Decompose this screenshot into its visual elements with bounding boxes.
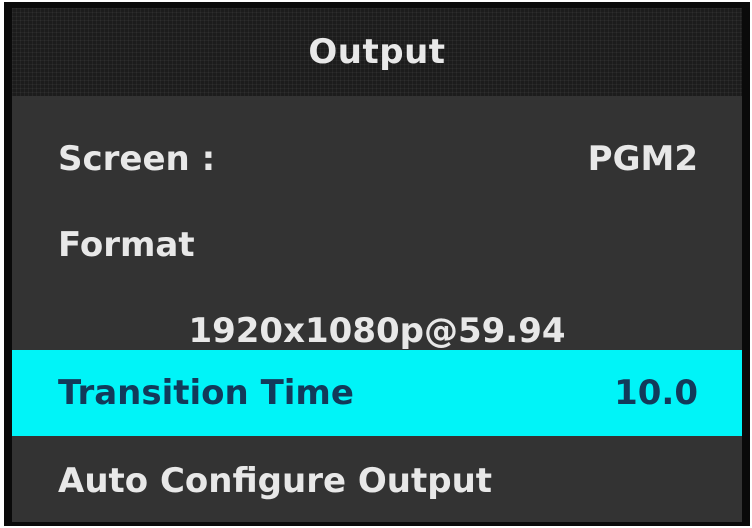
transition-time-label: Transition Time: [58, 373, 354, 413]
output-menu-panel: Output Screen : PGM2 Format 1920x1080p@5…: [4, 2, 750, 526]
menu-item-format[interactable]: Format: [12, 202, 742, 288]
screen-frame: Output Screen : PGM2 Format 1920x1080p@5…: [0, 0, 752, 528]
menu-header: Output: [12, 8, 742, 96]
menu-item-auto-configure-output[interactable]: Auto Configure Output: [12, 438, 742, 522]
auto-configure-output-label: Auto Configure Output: [58, 461, 493, 501]
page-title: Output: [308, 32, 446, 72]
screen-value: PGM2: [587, 139, 698, 179]
screen-label: Screen :: [58, 139, 216, 179]
menu-item-transition-time[interactable]: Transition Time 10.0: [12, 350, 742, 436]
format-label: Format: [58, 225, 195, 265]
format-value: 1920x1080p@59.94: [188, 311, 566, 351]
menu-item-screen[interactable]: Screen : PGM2: [12, 116, 742, 202]
transition-time-value: 10.0: [614, 373, 698, 413]
